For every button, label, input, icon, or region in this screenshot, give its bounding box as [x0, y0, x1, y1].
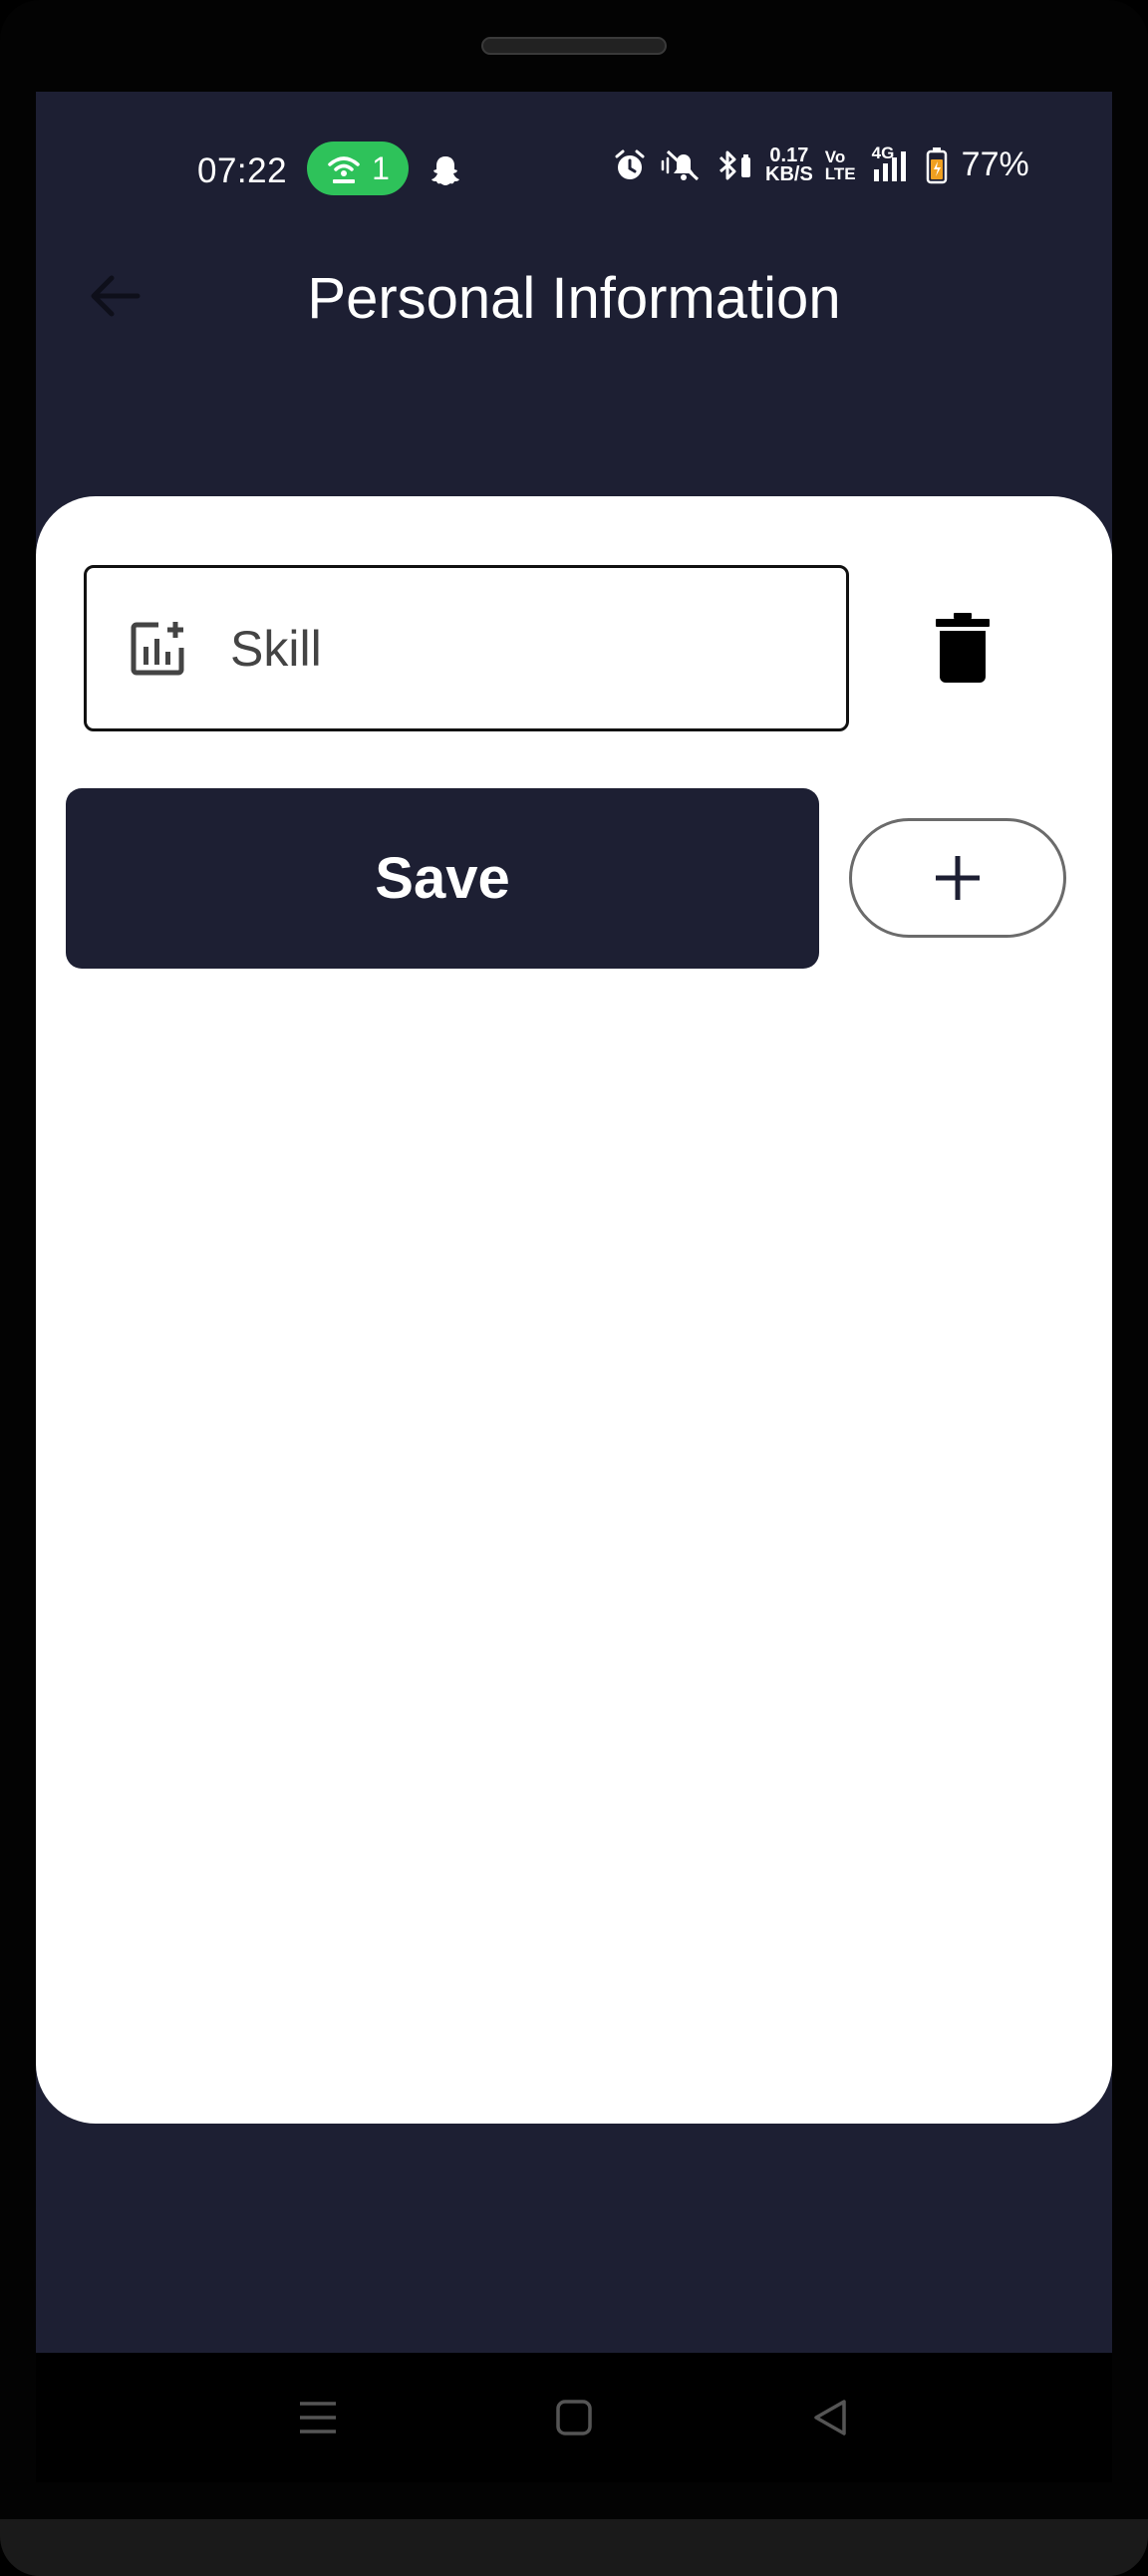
volte-indicator: Vo LTE [825, 148, 856, 182]
hotspot-count: 1 [372, 149, 390, 186]
volte-bottom: LTE [824, 163, 856, 183]
silent-bell-icon [661, 149, 700, 180]
earpiece-speaker [481, 37, 667, 55]
skill-input[interactable] [230, 619, 788, 678]
skill-field[interactable] [84, 565, 849, 731]
app-screen: 07:22 1 0.17 KB/S Vo LTE 4G 77% Personal… [36, 92, 1112, 2353]
add-skill-button[interactable] [849, 818, 1066, 938]
back-triangle-icon [814, 2400, 846, 2435]
volte-top: Vo [824, 146, 846, 166]
hotspot-badge: 1 [307, 142, 409, 195]
network-speed-value: 0.17 [769, 143, 809, 166]
snapchat-icon [431, 156, 459, 185]
hotspot-icon [328, 156, 360, 183]
signal-indicator: 4G [868, 143, 914, 183]
bottom-bezel [0, 2519, 1148, 2576]
battery-percent: 77% [961, 145, 1029, 183]
navigation-bar [36, 2353, 1112, 2482]
menu-icon [300, 2402, 336, 2433]
system-icons: 0.17 KB/S Vo LTE 4G 77% [612, 143, 1029, 185]
app-bar: Personal Information [36, 241, 1112, 351]
delete-skill-button[interactable] [933, 611, 993, 685]
battery-icon [926, 146, 947, 183]
content-card: Save [36, 496, 1112, 2124]
bluetooth-battery-icon [718, 150, 750, 179]
network-type: 4G [871, 143, 895, 162]
network-speed-unit: KB/S [765, 162, 813, 185]
network-speed: 0.17 KB/S [765, 143, 813, 185]
phone-frame: 07:22 1 0.17 KB/S Vo LTE 4G 77% Personal… [0, 0, 1148, 2576]
plus-icon [936, 856, 980, 900]
page-title: Personal Information [307, 266, 841, 331]
status-bar: 07:22 1 0.17 KB/S Vo LTE 4G 77% [36, 142, 1112, 207]
nav-back-button[interactable] [805, 2393, 855, 2442]
status-time: 07:22 [197, 151, 288, 190]
trash-icon [936, 613, 990, 683]
nav-menu-button[interactable] [293, 2393, 343, 2442]
alarm-icon [615, 149, 645, 179]
save-button[interactable]: Save [66, 788, 819, 969]
nav-home-button[interactable] [549, 2393, 599, 2442]
home-icon [556, 2400, 592, 2435]
chart-add-icon [131, 621, 184, 675]
